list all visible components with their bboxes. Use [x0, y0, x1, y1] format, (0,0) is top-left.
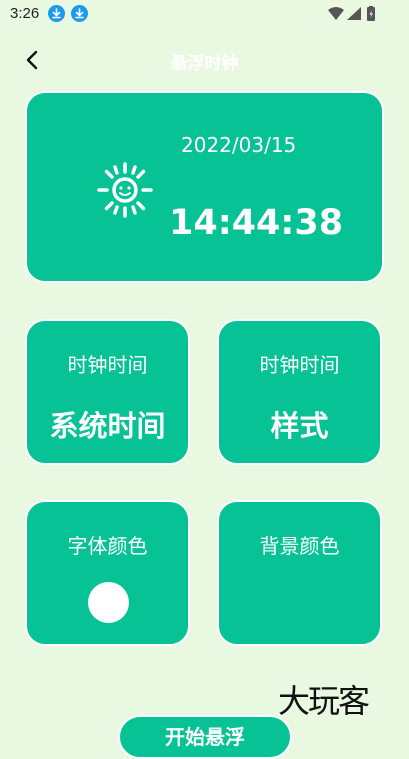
- sun-icon: [95, 160, 155, 220]
- clock-time-source-value: 系统时间: [49, 409, 166, 443]
- font-color-card[interactable]: 字体颜色: [25, 500, 190, 646]
- clock-time-source-card[interactable]: 时钟时间 系统时间: [25, 319, 190, 465]
- clock-date: 2022/03/15: [181, 133, 297, 157]
- nav-bar: 悬浮时钟: [0, 40, 409, 80]
- clock-time-source-label: 时钟时间: [67, 353, 148, 377]
- battery-icon: [367, 6, 375, 21]
- font-color-swatch[interactable]: [88, 582, 129, 623]
- background-color-card[interactable]: 背景颜色: [217, 500, 382, 646]
- download-icon: [71, 5, 88, 22]
- system-icons: [327, 6, 379, 22]
- status-bar: 3:26: [0, 0, 409, 28]
- clock-time-style-label: 时钟时间: [259, 353, 340, 377]
- wifi-icon: [328, 7, 344, 20]
- watermark-logo: 大玩客: [278, 682, 370, 720]
- clock-time: 14:44:38: [169, 203, 344, 243]
- background-color-label: 背景颜色: [259, 534, 340, 558]
- font-color-label: 字体颜色: [67, 534, 148, 558]
- clock-time-style-value: 样式: [270, 409, 329, 443]
- clock-preview-card: 2022/03/15 14:44:38: [25, 91, 384, 283]
- signal-icon: [347, 7, 361, 20]
- download-icon: [48, 5, 65, 22]
- page-title: 悬浮时钟: [170, 54, 239, 74]
- start-float-button[interactable]: 开始悬浮: [118, 715, 292, 759]
- clock-time-style-card[interactable]: 时钟时间 样式: [217, 319, 382, 465]
- status-time: 3:26: [10, 5, 40, 22]
